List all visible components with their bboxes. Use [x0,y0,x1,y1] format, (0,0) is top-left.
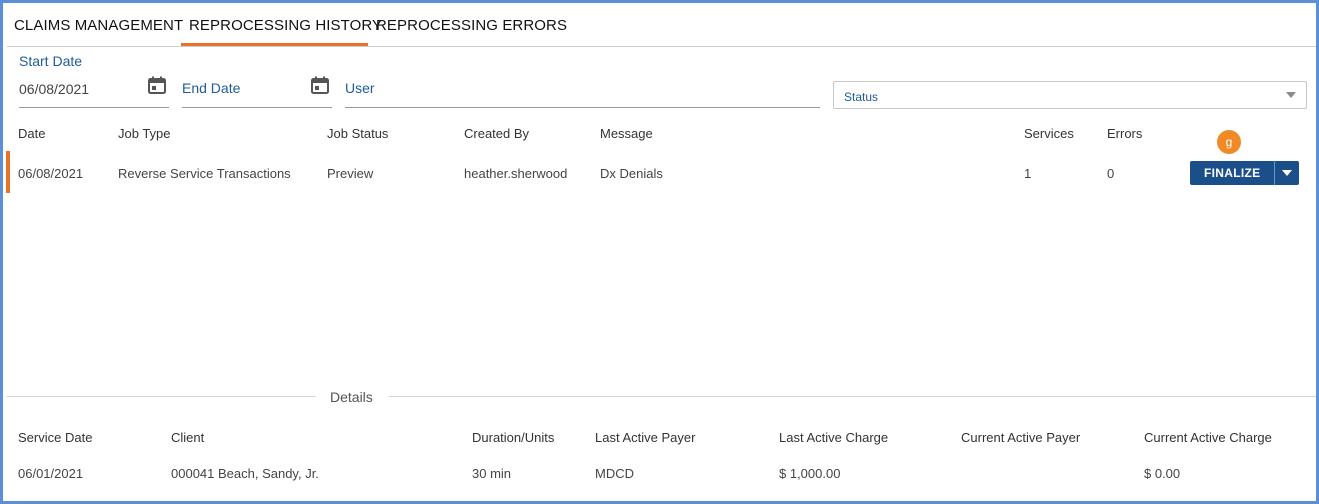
job-date[interactable]: 06/08/2021 [18,166,83,181]
details-title: Details [330,389,373,405]
start-date-label: Start Date [19,53,83,69]
header-date[interactable]: Date [18,126,45,141]
details-header-current-active-charge: Current Active Charge [1144,430,1272,445]
job-errors[interactable]: 0 [1107,166,1114,181]
details-header-current-active-payer: Current Active Payer [961,430,1081,445]
reprocessing-panel: CLAIMS MANAGEMENT REPROCESSING HISTORY R… [0,0,1319,504]
chevron-down-icon [1286,92,1296,98]
tab-claims-management[interactable]: CLAIMS MANAGEMENT [14,17,183,34]
details-header-duration-units: Duration/Units [472,430,555,445]
header-job-type[interactable]: Job Type [118,126,171,141]
detail-last-active-charge: $ 1,000.00 [779,466,841,481]
finalize-split-button: FINALIZE [1190,161,1300,185]
status-select[interactable]: Status [833,81,1307,109]
start-date-input[interactable]: 06/08/2021 [19,81,89,97]
job-services[interactable]: 1 [1024,166,1031,181]
header-services[interactable]: Services [1024,126,1074,141]
detail-service-date: 06/01/2021 [18,466,84,481]
detail-client: 000041 Beach, Sandy, Jr. [171,466,319,481]
details-header-last-active-charge: Last Active Charge [779,430,889,445]
end-date-underline [182,107,332,108]
user-underline [345,107,820,108]
job-created-by[interactable]: heather.sherwood [464,166,567,181]
header-job-status[interactable]: Job Status [327,126,388,141]
header-message[interactable]: Message [600,126,653,141]
start-date-underline [19,107,169,108]
finalize-button[interactable]: FINALIZE [1190,161,1276,185]
details-header-service-date: Service Date [18,430,93,445]
calendar-icon[interactable] [147,75,167,95]
details-header-last-active-payer: Last Active Payer [595,430,696,445]
job-status[interactable]: Preview [327,166,373,181]
detail-last-active-payer: MDCD [595,466,634,481]
details-header-client: Client [171,430,205,445]
selected-row-indicator [6,151,10,193]
tabs-divider [7,46,1316,47]
details-divider-right [389,396,1316,397]
status-placeholder: Status [844,90,879,104]
header-created-by[interactable]: Created By [464,126,529,141]
end-date-label[interactable]: End Date [182,80,240,96]
details-divider-left [7,396,316,397]
header-errors[interactable]: Errors [1107,126,1142,141]
tab-reprocessing-errors[interactable]: REPROCESSING ERRORS [376,17,567,34]
job-message[interactable]: Dx Denials [600,166,663,181]
chevron-down-icon [1282,170,1293,176]
job-type[interactable]: Reverse Service Transactions [118,166,291,181]
detail-duration-units: 30 min [472,466,512,481]
detail-current-active-charge: $ 0.00 [1144,466,1181,481]
user-input[interactable]: User [345,80,375,96]
calendar-icon[interactable] [310,75,330,95]
tab-reprocessing-history[interactable]: REPROCESSING HISTORY [189,17,382,34]
callout-badge: g [1217,130,1241,154]
finalize-menu-button[interactable] [1275,161,1299,185]
